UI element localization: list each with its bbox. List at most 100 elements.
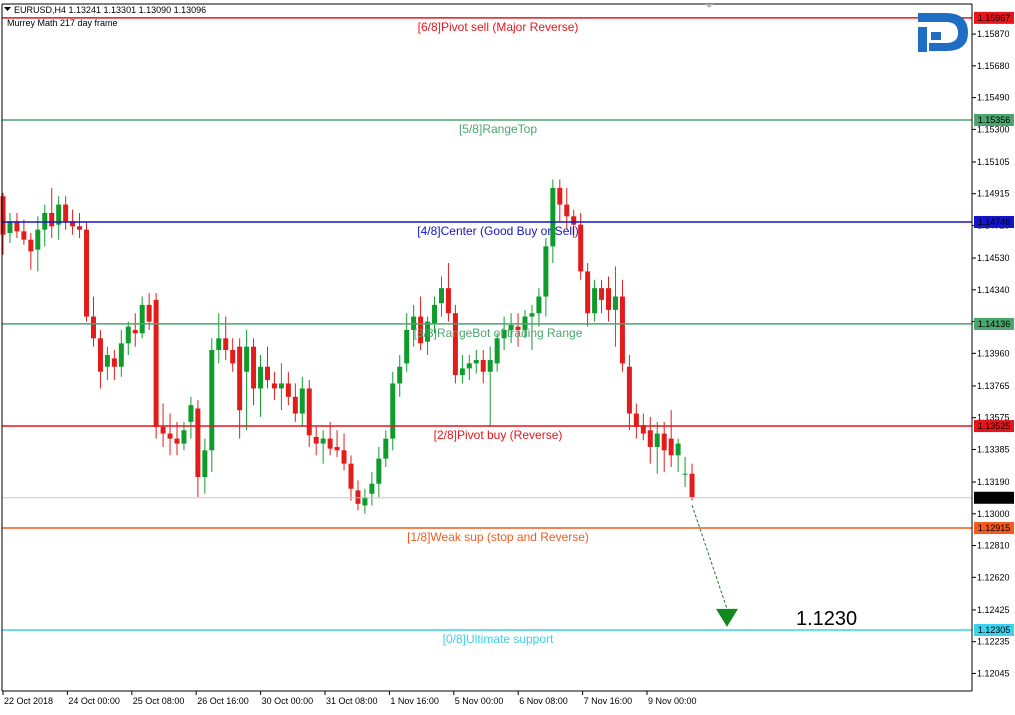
candle-body (244, 346, 250, 372)
price-tick-label: 1.14915 (977, 189, 1010, 199)
candle-body (251, 346, 257, 389)
candle-body (585, 271, 591, 314)
candle-body (536, 296, 542, 314)
price-tick-label: 1.13765 (977, 381, 1010, 391)
murrey-level-label: [0/8]Ultimate support (443, 632, 554, 646)
candle-body (668, 438, 674, 456)
chart-root: [6/8]Pivot sell (Major Reverse) [5/8]Rang… (0, 0, 1015, 710)
candle-body (181, 430, 187, 444)
candle-body (390, 383, 396, 439)
candle-body (104, 355, 110, 367)
candle-body (90, 316, 96, 339)
candle-body (682, 473, 688, 475)
price-tick-label: 1.13000 (977, 509, 1010, 519)
chart-background (0, 0, 1015, 710)
candle-body (160, 426, 166, 434)
candle-body (466, 363, 472, 369)
candle-body (285, 383, 291, 397)
price-tick-label: 1.12620 (977, 572, 1010, 582)
candle-body (49, 212, 55, 227)
candle-body (146, 304, 152, 322)
time-tick-label: 22 Oct 2018 (4, 696, 53, 706)
candle-body (404, 329, 410, 364)
candle-body (599, 288, 605, 300)
current-price-tag-text: 1.13096 (978, 493, 1011, 503)
candle-body (118, 343, 124, 367)
candle-body (633, 413, 639, 427)
candle-body (278, 383, 284, 389)
time-tick-label: 7 Nov 16:00 (584, 696, 633, 706)
candle-body (480, 360, 486, 372)
price-chart[interactable]: [6/8]Pivot sell (Major Reverse) [5/8]Rang… (0, 0, 1015, 710)
candle-body (14, 221, 20, 232)
price-tick-label: 1.13960 (977, 348, 1010, 358)
indicator-name: Murrey Math 217 day frame (7, 18, 118, 28)
candle-body (264, 366, 270, 381)
candle-body (438, 288, 444, 304)
candle-body (139, 304, 145, 334)
candle-body (292, 396, 298, 414)
candle-body (111, 358, 117, 367)
candle-body (216, 338, 222, 351)
candle-body (97, 338, 103, 372)
time-tick-label: 26 Oct 16:00 (197, 696, 249, 706)
candle-body (223, 338, 229, 351)
level-price-tag-text: 1.14746 (978, 217, 1011, 227)
candle-body (209, 350, 215, 451)
murrey-level-label: [2/8]Pivot buy (Reverse) (434, 428, 563, 442)
level-price-tag-text: 1.14136 (978, 319, 1011, 329)
candle-body (362, 497, 368, 506)
time-tick-label: 30 Oct 00:00 (262, 696, 314, 706)
candle-body (397, 366, 403, 384)
candle-body (487, 360, 493, 372)
forecast-target-label: 1.1230 (796, 608, 857, 630)
price-tick-label: 1.15105 (977, 157, 1010, 167)
candle-body (348, 463, 354, 489)
time-tick-label: 1 Nov 16:00 (390, 696, 439, 706)
candle-body (21, 231, 27, 240)
candle-body (125, 326, 131, 344)
price-axis: 1.158701.156801.154901.153001.151051.149… (972, 29, 1010, 678)
candle-body (341, 450, 347, 464)
candle-body (63, 204, 69, 222)
candle-body (626, 366, 632, 414)
candle-body (35, 229, 41, 250)
price-tick-label: 1.15870 (977, 29, 1010, 39)
candle-body (84, 229, 90, 317)
candle-body (28, 239, 34, 252)
candle-body (237, 346, 243, 411)
candle-body (167, 433, 173, 439)
candle-body (195, 408, 201, 478)
candle-body (271, 383, 277, 389)
time-tick-label: 31 Oct 08:00 (326, 696, 378, 706)
candle-body (606, 288, 612, 310)
candle-body (557, 187, 563, 205)
candle-body (689, 473, 695, 498)
level-price-tag-text: 1.15967 (978, 13, 1011, 23)
candle-body (306, 388, 312, 436)
chart-header-symbol: EURUSD,H4 1.13241 1.13301 1.13090 1.1309… (14, 5, 206, 15)
price-tick-label: 1.14340 (977, 285, 1010, 295)
candle-body (299, 388, 305, 414)
price-tick-label: 1.15680 (977, 61, 1010, 71)
candle-body (654, 433, 660, 447)
time-tick-label: 25 Oct 08:00 (133, 696, 185, 706)
candle-body (432, 304, 438, 324)
level-price-tag-text: 1.15356 (978, 115, 1011, 125)
candle-body (7, 221, 13, 233)
price-tick-label: 1.15490 (977, 93, 1010, 103)
price-tick-label: 1.12810 (977, 541, 1010, 551)
murrey-level-label: [3/8]RangeBot of trading Range (414, 326, 583, 340)
price-tick-label: 1.12425 (977, 605, 1010, 615)
murrey-level-label: [1/8]Weak sup (stop and Reverse) (407, 530, 589, 544)
candle-body (661, 433, 667, 451)
time-tick-label: 5 Nov 00:00 (455, 696, 504, 706)
candle-body (494, 338, 500, 364)
murrey-level-label: [6/8]Pivot sell (Major Reverse) (418, 20, 579, 34)
candle-body (313, 436, 319, 444)
candle-body (376, 458, 382, 484)
candle-body (452, 313, 458, 376)
candle-body (153, 299, 159, 427)
candle-body (258, 366, 264, 389)
time-tick-label: 9 Nov 00:00 (648, 696, 697, 706)
